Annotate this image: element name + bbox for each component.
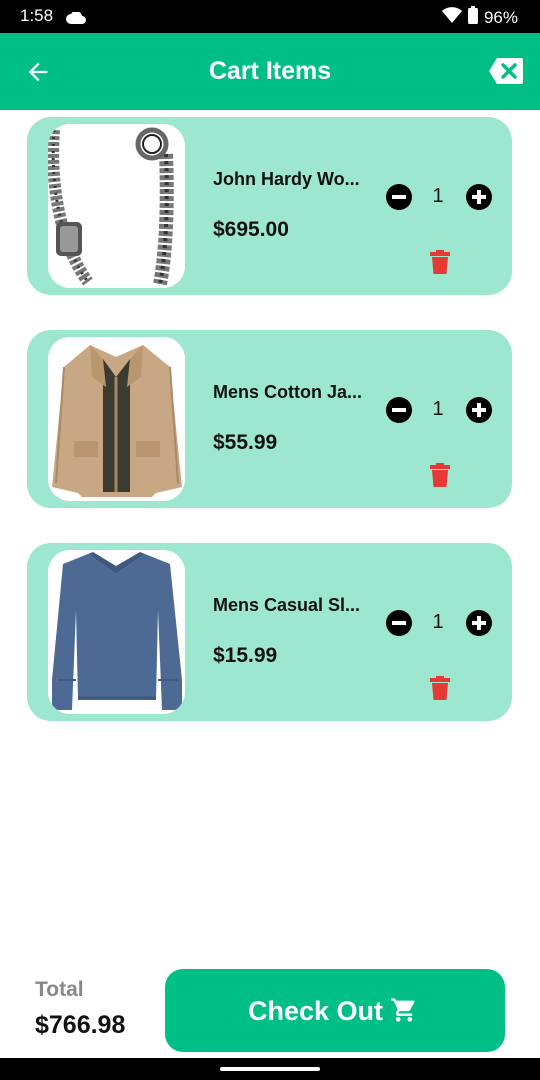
cart-item: Mens Cotton Ja... $55.99 1 [27, 330, 512, 508]
product-image-bracelet [48, 124, 185, 288]
quantity-value: 1 [432, 398, 444, 420]
product-image-jacket [48, 337, 185, 501]
clear-backspace-icon[interactable] [488, 57, 524, 85]
navigation-bar [0, 1058, 540, 1080]
status-time: 1:58 [20, 6, 54, 25]
minus-circle-icon[interactable] [385, 183, 413, 211]
quantity-value: 1 [432, 611, 444, 633]
battery-percent: 96% [483, 7, 518, 27]
product-name: Mens Casual Sl... [213, 595, 361, 615]
minus-circle-icon[interactable] [385, 609, 413, 637]
plus-circle-icon[interactable] [465, 183, 493, 211]
trash-icon[interactable] [429, 250, 451, 274]
app-bar: Cart Items [0, 33, 540, 110]
product-image-shirt [48, 550, 185, 714]
cart-item: John Hardy Wo... $695.00 1 [27, 117, 512, 295]
plus-circle-icon[interactable] [465, 609, 493, 637]
page-title: Cart Items [208, 57, 332, 85]
cart-icon [390, 996, 418, 1024]
cloud-icon [66, 9, 86, 29]
status-bar: 1:58 96% [0, 0, 540, 33]
checkout-label: Check Out [248, 996, 384, 1026]
plus-circle-icon[interactable] [465, 396, 493, 424]
product-name: Mens Cotton Ja... [213, 382, 363, 402]
trash-icon[interactable] [429, 463, 451, 487]
quantity-value: 1 [432, 185, 444, 207]
product-price: $695.00 [213, 218, 289, 241]
wifi-icon [441, 7, 462, 28]
home-gesture-pill[interactable] [220, 1067, 320, 1071]
cart-item: Mens Casual Sl... $15.99 1 [27, 543, 512, 721]
total-value: $766.98 [35, 1011, 126, 1039]
battery-icon [467, 6, 478, 29]
trash-icon[interactable] [429, 676, 451, 700]
product-price: $15.99 [213, 644, 278, 667]
total-label: Total [35, 978, 84, 1001]
minus-circle-icon[interactable] [385, 396, 413, 424]
checkout-button[interactable]: Check Out [165, 969, 505, 1052]
product-name: John Hardy Wo... [213, 169, 360, 189]
status-right: 96% [441, 6, 518, 29]
product-price: $55.99 [213, 431, 278, 454]
